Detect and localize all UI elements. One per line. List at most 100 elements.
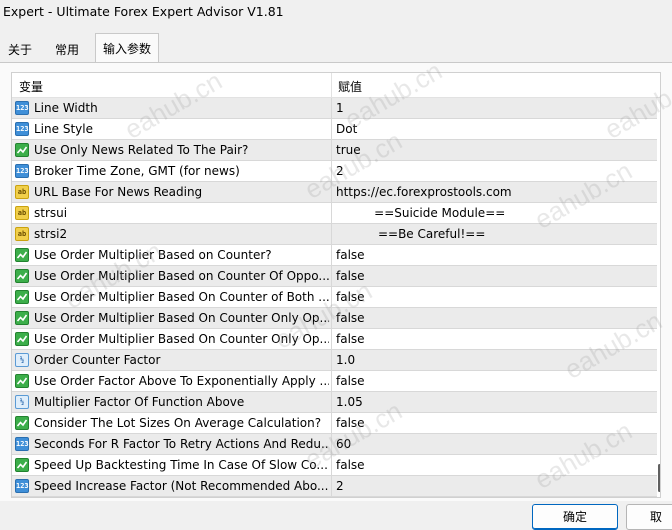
table-row[interactable]: ab strsui ==Suicide Module== — [12, 203, 657, 224]
column-divider — [331, 392, 332, 412]
parameter-value[interactable]: ==Suicide Module== — [336, 206, 651, 220]
boolean-type-icon — [15, 248, 29, 262]
table-row[interactable]: 123 Seconds For R Factor To Retry Actions… — [12, 434, 657, 455]
table-row[interactable]: Use Order Multiplier Based on Counter? fa… — [12, 245, 657, 266]
table-row[interactable]: ab strsi2 ==Be Careful!== — [12, 224, 657, 245]
parameter-name: Use Order Multiplier Based On Counter On… — [34, 311, 329, 325]
parameter-value[interactable]: false — [336, 290, 651, 304]
cancel-button[interactable]: 取 — [626, 504, 672, 530]
grid-header: 变量 赋值 — [12, 73, 660, 98]
string-type-icon: ab — [15, 206, 29, 220]
boolean-type-icon — [15, 374, 29, 388]
ok-button[interactable]: 确定 — [532, 504, 618, 530]
table-row[interactable]: Use Only News Related To The Pair? true — [12, 140, 657, 161]
column-divider — [331, 203, 332, 223]
parameter-value[interactable]: false — [336, 332, 651, 346]
column-divider — [331, 119, 332, 139]
parameter-name: strsui — [34, 206, 68, 220]
integer-type-icon: 123 — [15, 164, 29, 178]
parameter-value[interactable]: ==Be Careful!== — [336, 227, 651, 241]
parameter-value[interactable]: 1 — [336, 101, 651, 115]
parameter-value[interactable]: false — [336, 416, 651, 430]
column-divider — [331, 455, 332, 475]
table-row[interactable]: 123 Line Style Dot — [12, 119, 657, 140]
parameters-grid[interactable]: 变量 赋值 123 Line Width 1 123 Line Style Dot Use … — [11, 72, 661, 498]
parameter-name: Line Width — [34, 101, 98, 115]
column-divider — [331, 371, 332, 391]
parameter-name: Use Order Multiplier Based on Counter? — [34, 248, 272, 262]
boolean-type-icon — [15, 416, 29, 430]
parameter-value[interactable]: false — [336, 374, 651, 388]
column-divider — [331, 308, 332, 328]
string-type-icon: ab — [15, 185, 29, 199]
header-variable[interactable]: 变量 — [19, 78, 43, 95]
parameter-value[interactable]: 60 — [336, 437, 651, 451]
column-divider — [331, 161, 332, 181]
parameter-value[interactable]: https://ec.forexprostools.com — [336, 185, 651, 199]
table-row[interactable]: ½ Multiplier Factor Of Function Above 1.05 — [12, 392, 657, 413]
boolean-type-icon — [15, 143, 29, 157]
tab-about[interactable]: 关于 — [3, 37, 37, 63]
parameter-name: Use Order Multiplier Based on Counter Of… — [34, 269, 329, 283]
parameter-value[interactable]: 1.0 — [336, 353, 651, 367]
column-divider — [331, 182, 332, 202]
parameter-value[interactable]: Dot — [336, 122, 651, 136]
parameter-name: Use Order Multiplier Based On Counter On… — [34, 332, 329, 346]
table-row[interactable]: Use Order Multiplier Based on Counter Of… — [12, 266, 657, 287]
column-divider — [331, 140, 332, 160]
table-row[interactable]: 123 Line Width 1 — [12, 98, 657, 119]
vertical-scrollbar[interactable] — [656, 98, 660, 497]
table-row[interactable]: Consider The Lot Sizes On Average Calcul… — [12, 413, 657, 434]
parameter-value[interactable]: 2 — [336, 164, 651, 178]
table-row[interactable]: Use Order Factor Above To Exponentially … — [12, 371, 657, 392]
table-row[interactable]: Use Order Multiplier Based On Counter On… — [12, 308, 657, 329]
column-divider — [331, 329, 332, 349]
boolean-type-icon — [15, 458, 29, 472]
tab-common[interactable]: 常用 — [49, 37, 85, 63]
title-bar: Expert - Ultimate Forex Expert Advisor V… — [0, 0, 672, 26]
parameter-name: Speed Up Backtesting Time In Case Of Slo… — [34, 458, 328, 472]
tab-inputs[interactable]: 输入参数 — [95, 33, 159, 63]
table-row[interactable]: Use Order Multiplier Based On Counter of… — [12, 287, 657, 308]
parameter-value[interactable]: 1.05 — [336, 395, 651, 409]
table-row[interactable]: 123 Speed Increase Factor (Not Recommende… — [12, 476, 657, 497]
integer-type-icon: 123 — [15, 122, 29, 136]
table-row[interactable]: 123 Broker Time Zone, GMT (for news) 2 — [12, 161, 657, 182]
column-divider — [331, 245, 332, 265]
scrollbar-thumb[interactable] — [658, 464, 660, 492]
column-divider — [331, 434, 332, 454]
table-row[interactable]: ab URL Base For News Reading https://ec.fo… — [12, 182, 657, 203]
window-title: Expert - Ultimate Forex Expert Advisor V… — [3, 4, 284, 19]
tab-strip: 关于 常用 输入参数 — [0, 33, 672, 63]
double-type-icon: ½ — [15, 395, 29, 409]
parameter-value[interactable]: false — [336, 248, 651, 262]
integer-type-icon: 123 — [15, 437, 29, 451]
boolean-type-icon — [15, 311, 29, 325]
table-row[interactable]: ½ Order Counter Factor 1.0 — [12, 350, 657, 371]
parameter-value[interactable]: 2 — [336, 479, 651, 493]
column-divider — [331, 224, 332, 244]
parameter-name: Use Only News Related To The Pair? — [34, 143, 249, 157]
double-type-icon: ½ — [15, 353, 29, 367]
parameter-name: Consider The Lot Sizes On Average Calcul… — [34, 416, 322, 430]
table-row[interactable]: Use Order Multiplier Based On Counter On… — [12, 329, 657, 350]
parameter-value[interactable]: false — [336, 311, 651, 325]
parameter-name: URL Base For News Reading — [34, 185, 203, 199]
column-divider — [331, 476, 332, 496]
boolean-type-icon — [15, 290, 29, 304]
parameter-value[interactable]: false — [336, 458, 651, 472]
header-divider[interactable] — [331, 73, 332, 97]
parameter-name: Multiplier Factor Of Function Above — [34, 395, 245, 409]
parameter-name: Line Style — [34, 122, 93, 136]
column-divider — [331, 350, 332, 370]
parameter-name: Speed Increase Factor (Not Recommended A… — [34, 479, 329, 493]
parameter-name: Use Order Multiplier Based On Counter of… — [34, 290, 329, 304]
parameter-value[interactable]: true — [336, 143, 651, 157]
integer-type-icon: 123 — [15, 479, 29, 493]
parameter-name: Broker Time Zone, GMT (for news) — [34, 164, 240, 178]
boolean-type-icon — [15, 332, 29, 346]
parameter-value[interactable]: false — [336, 269, 651, 283]
header-value[interactable]: 赋值 — [338, 78, 362, 95]
table-row[interactable]: Speed Up Backtesting Time In Case Of Slo… — [12, 455, 657, 476]
parameter-name: Use Order Factor Above To Exponentially … — [34, 374, 329, 388]
